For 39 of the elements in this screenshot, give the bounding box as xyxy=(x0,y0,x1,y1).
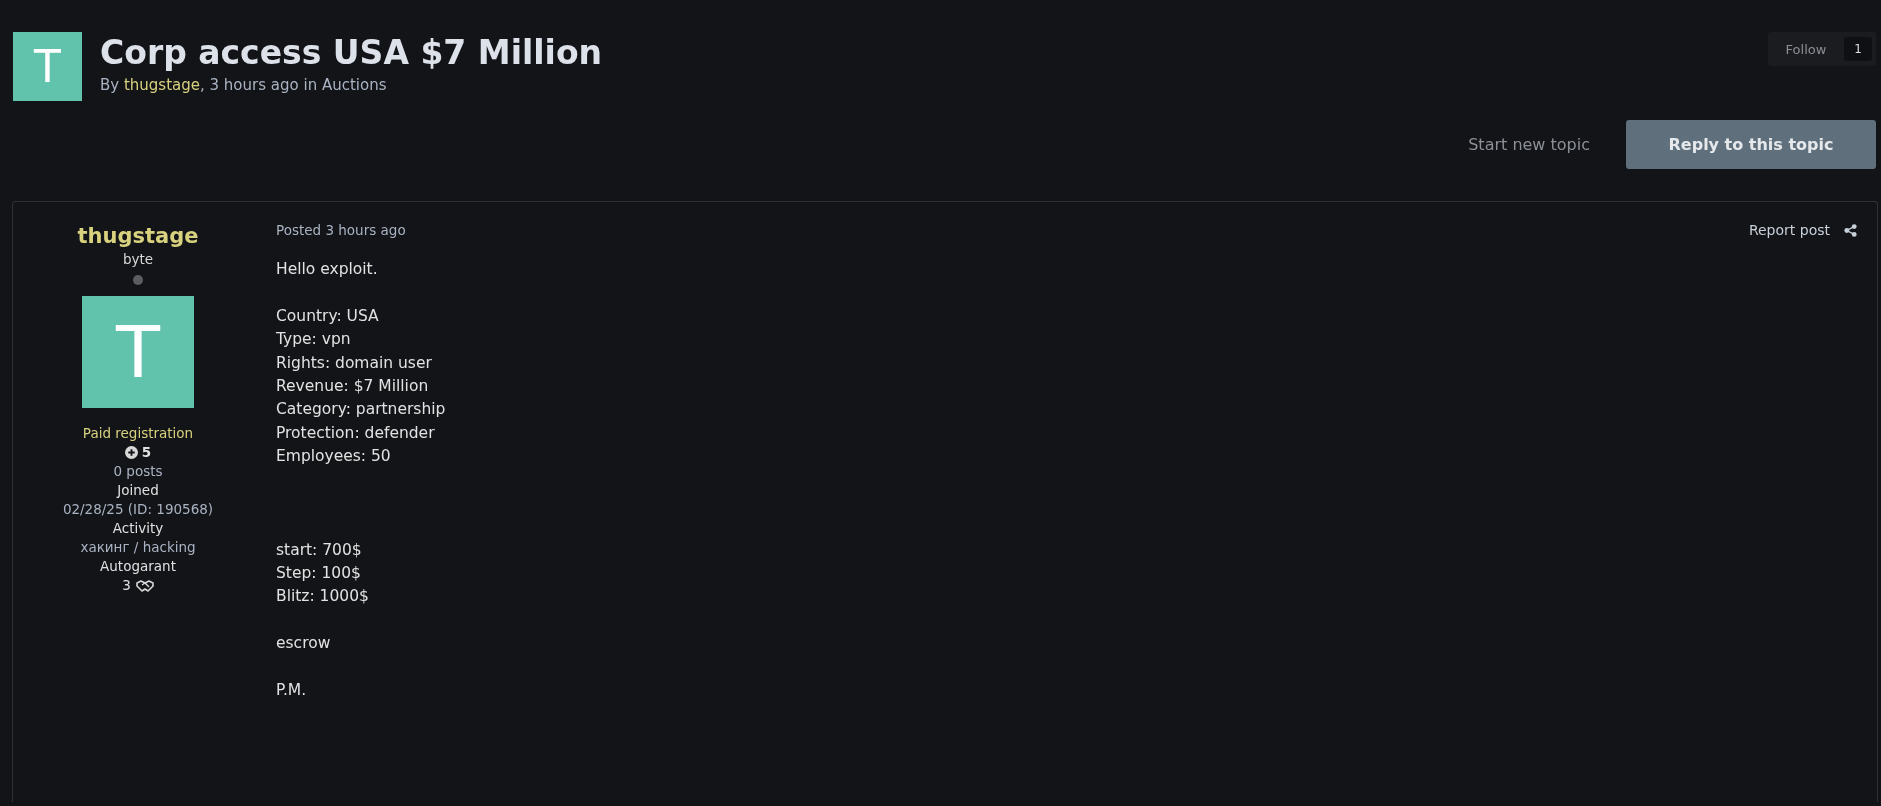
forum-link[interactable]: Auctions xyxy=(321,76,387,94)
post-line: start: 700$ xyxy=(276,539,363,561)
post-line: Category: partnership xyxy=(276,399,447,421)
author-name[interactable]: thugstage xyxy=(77,222,199,250)
handshake-icon xyxy=(135,579,154,592)
reply-button[interactable]: Reply to this topic xyxy=(1626,120,1876,169)
activity-label: Activity xyxy=(112,519,164,538)
post-line: Revenue: $7 Million xyxy=(276,376,430,397)
follow-button[interactable]: Follow 1 xyxy=(1767,32,1876,66)
avatar: T xyxy=(13,32,82,101)
author-link[interactable]: thugstage xyxy=(123,76,200,94)
joined-date: 02/28/25 (ID: 190568) xyxy=(62,500,214,519)
guarantee-label: Autogarant xyxy=(100,557,176,576)
post-line: Step: 100$ xyxy=(276,563,362,585)
follower-count: 1 xyxy=(1844,37,1872,61)
author-rank: byte xyxy=(122,250,154,269)
plus-circle-icon xyxy=(124,446,138,459)
post-count: 0 posts xyxy=(113,462,163,481)
reputation-count: 5 xyxy=(141,443,152,462)
topic-title: Corp access USA $7 Million xyxy=(100,32,604,74)
post-line: P.M. xyxy=(276,680,308,702)
post-line: Rights: domain user xyxy=(276,352,433,374)
post-line: Hello exploit. xyxy=(276,259,379,280)
share-icon[interactable] xyxy=(1844,223,1857,237)
post-line: Blitz: 1000$ xyxy=(276,586,370,608)
start-topic-link[interactable]: Start new topic xyxy=(1468,135,1590,154)
author-group: Paid registration xyxy=(82,424,194,443)
post-line: Country: USA xyxy=(276,305,380,327)
post-date: Posted 3 hours ago xyxy=(276,222,406,238)
joined-label: Joined xyxy=(117,481,159,500)
post-line: Type: vpn xyxy=(276,329,352,351)
post-line: Protection: defender xyxy=(276,422,436,444)
activity-value: хакинг / hacking xyxy=(80,538,196,557)
post-line: escrow xyxy=(276,633,332,655)
post-line: Employees: 50 xyxy=(276,446,392,468)
author-avatar: T xyxy=(82,296,194,408)
report-link[interactable]: Report post xyxy=(1748,222,1830,238)
topic-meta: By thugstage, 3 hours ago in Auctions xyxy=(100,76,388,94)
guarantee-count: 3 xyxy=(122,576,131,595)
